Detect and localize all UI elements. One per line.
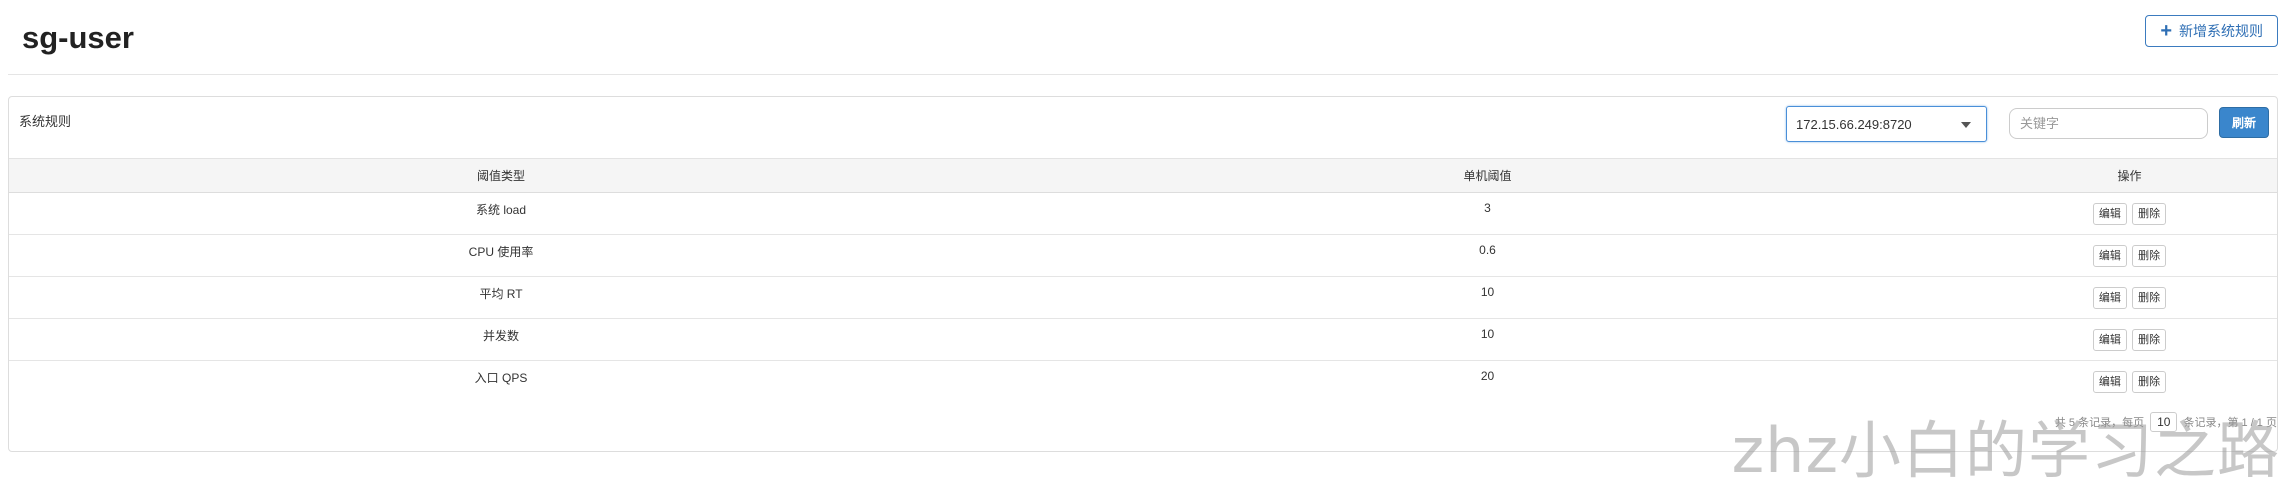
cell-threshold-type: 入口 QPS xyxy=(474,371,528,385)
table-row: 入口 QPS 20 编辑 删除 xyxy=(9,361,2277,403)
page-title: sg-user xyxy=(22,20,134,55)
cell-threshold-type: CPU 使用率 xyxy=(468,245,534,259)
cell-threshold: 10 xyxy=(1480,285,1495,299)
cell-threshold-type: 并发数 xyxy=(482,329,519,343)
add-system-rule-label: 新增系统规则 xyxy=(2179,23,2263,39)
keyword-search-input[interactable] xyxy=(2009,108,2208,139)
table-row: CPU 使用率 0.6 编辑 删除 xyxy=(9,235,2277,277)
cell-threshold-type: 系统 load xyxy=(475,203,527,217)
edit-button[interactable]: 编辑 xyxy=(2092,245,2127,267)
edit-button[interactable]: 编辑 xyxy=(2092,287,2127,309)
delete-button[interactable]: 删除 xyxy=(2132,329,2167,351)
delete-button[interactable]: 删除 xyxy=(2132,245,2167,267)
table-row: 平均 RT 10 编辑 删除 xyxy=(9,277,2277,319)
plus-icon: + xyxy=(2160,20,2172,42)
cell-threshold-type: 平均 RT xyxy=(479,287,523,301)
cell-actions: 编辑 删除 xyxy=(1982,277,2277,319)
table-header-row: 阈值类型 单机阈值 操作 xyxy=(9,158,2277,193)
chevron-down-icon xyxy=(1961,122,1971,128)
cell-actions: 编辑 删除 xyxy=(1982,193,2277,235)
watermark: zhz小白的学习之路 xyxy=(1731,414,2280,487)
refresh-button[interactable]: 刷新 xyxy=(2219,107,2269,138)
cell-threshold: 3 xyxy=(1484,201,1491,215)
cell-threshold: 10 xyxy=(1480,327,1495,341)
system-rules-panel: 系统规则 172.15.66.249:8720 刷新 阈值类型 单机阈值 操作 … xyxy=(8,96,2278,452)
panel-heading: 系统规则 xyxy=(19,114,72,129)
cell-threshold: 0.6 xyxy=(1479,243,1496,257)
delete-button[interactable]: 删除 xyxy=(2132,287,2167,309)
cell-actions: 编辑 删除 xyxy=(1982,235,2277,277)
edit-button[interactable]: 编辑 xyxy=(2092,371,2127,393)
machine-select-value: 172.15.66.249:8720 xyxy=(1796,116,1912,132)
column-header-threshold: 单机阈值 xyxy=(1463,169,1512,183)
delete-button[interactable]: 删除 xyxy=(2132,203,2167,225)
rules-table: 阈值类型 单机阈值 操作 系统 load 3 编辑 删除 CPU 使用率 0.6… xyxy=(9,158,2277,403)
cell-threshold: 20 xyxy=(1480,369,1495,383)
title-divider xyxy=(8,74,2278,75)
table-row: 系统 load 3 编辑 删除 xyxy=(9,193,2277,235)
machine-select[interactable]: 172.15.66.249:8720 xyxy=(1786,106,1987,142)
add-system-rule-button[interactable]: + 新增系统规则 xyxy=(2145,15,2278,47)
table-row: 并发数 10 编辑 删除 xyxy=(9,319,2277,361)
delete-button[interactable]: 删除 xyxy=(2132,371,2167,393)
cell-actions: 编辑 删除 xyxy=(1982,361,2277,403)
column-header-threshold-type: 阈值类型 xyxy=(476,169,525,183)
cell-actions: 编辑 删除 xyxy=(1982,319,2277,361)
column-header-actions: 操作 xyxy=(2117,169,2142,183)
edit-button[interactable]: 编辑 xyxy=(2092,329,2127,351)
edit-button[interactable]: 编辑 xyxy=(2092,203,2127,225)
